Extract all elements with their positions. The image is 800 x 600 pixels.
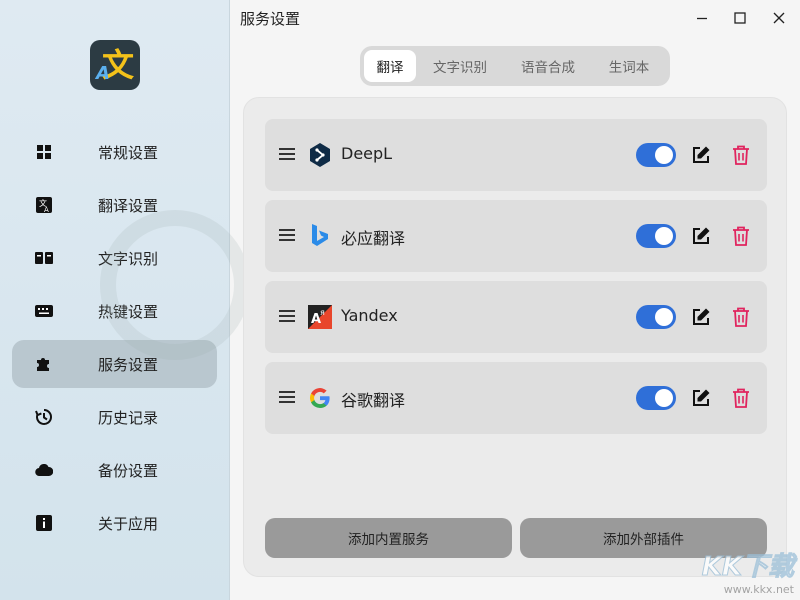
app-logo: 文 A	[90, 40, 140, 90]
history-icon	[34, 407, 54, 427]
service-name: Yandex	[341, 306, 398, 325]
sidebar-item-general[interactable]: 常规设置	[12, 128, 217, 176]
trash-icon	[733, 145, 749, 165]
edit-icon	[693, 389, 710, 406]
translate-icon: 文A	[34, 195, 54, 215]
sidebar-item-label: 常规设置	[98, 143, 159, 162]
sidebar-item-label: 翻译设置	[98, 196, 159, 215]
ocr-icon	[34, 248, 54, 268]
tab-tts[interactable]: 语音合成	[504, 50, 592, 82]
cloud-icon	[34, 460, 54, 480]
service-item-google: 谷歌翻译	[265, 362, 767, 434]
minimize-button[interactable]	[690, 6, 714, 30]
sidebar-item-hotkey[interactable]: 热键设置	[12, 287, 217, 335]
tab-vocabulary[interactable]: 生词本	[592, 50, 666, 82]
drag-handle-icon[interactable]	[279, 391, 295, 405]
bing-icon	[308, 224, 332, 248]
edit-button[interactable]	[689, 224, 713, 248]
keyboard-icon	[34, 301, 54, 321]
sidebar-item-label: 备份设置	[98, 461, 159, 480]
edit-icon	[693, 227, 710, 244]
drag-handle-icon[interactable]	[279, 310, 295, 324]
info-icon	[34, 513, 54, 533]
edit-button[interactable]	[689, 143, 713, 167]
service-toggle[interactable]	[636, 224, 676, 248]
service-toggle[interactable]	[636, 386, 676, 410]
close-icon	[773, 12, 785, 24]
service-item-bing: 必应翻译	[265, 200, 767, 272]
tab-ocr[interactable]: 文字识别	[416, 50, 504, 82]
drag-handle-icon[interactable]	[279, 148, 295, 162]
edit-button[interactable]	[689, 305, 713, 329]
service-name: 谷歌翻译	[341, 391, 406, 410]
trash-icon	[733, 307, 749, 327]
window-title: 服务设置	[240, 10, 301, 28]
services-panel: DeepL 必应翻译 Aя Yandex 谷歌翻译 添加内置服务 添加外部插件	[243, 97, 787, 577]
maximize-button[interactable]	[728, 6, 752, 30]
maximize-icon	[734, 12, 746, 24]
deepl-icon	[308, 143, 332, 167]
sidebar-item-backup[interactable]: 备份设置	[12, 446, 217, 494]
sidebar: 文 A 常规设置 文A 翻译设置 文字识别 热键设置 服务设置 历史记录 备份设…	[0, 0, 230, 600]
close-button[interactable]	[767, 6, 791, 30]
sidebar-item-history[interactable]: 历史记录	[12, 393, 217, 441]
service-toggle[interactable]	[636, 143, 676, 167]
sidebar-item-services[interactable]: 服务设置	[12, 340, 217, 388]
service-type-tabs: 翻译 文字识别 语音合成 生词本	[360, 46, 670, 86]
delete-button[interactable]	[729, 143, 753, 167]
sidebar-item-label: 关于应用	[98, 514, 159, 533]
delete-button[interactable]	[729, 305, 753, 329]
edit-button[interactable]	[689, 386, 713, 410]
drag-handle-icon[interactable]	[279, 229, 295, 243]
delete-button[interactable]	[729, 224, 753, 248]
puzzle-icon	[34, 354, 54, 374]
trash-icon	[733, 388, 749, 408]
trash-icon	[733, 226, 749, 246]
svg-text:A: A	[44, 206, 49, 213]
sidebar-item-about[interactable]: 关于应用	[12, 499, 217, 547]
add-builtin-service-button[interactable]: 添加内置服务	[265, 518, 512, 558]
service-item-yandex: Aя Yandex	[265, 281, 767, 353]
sidebar-item-label: 热键设置	[98, 302, 159, 321]
minimize-icon	[697, 17, 707, 20]
service-item-deepl: DeepL	[265, 119, 767, 191]
edit-icon	[693, 308, 710, 325]
sidebar-item-label: 文字识别	[98, 249, 159, 268]
delete-button[interactable]	[729, 386, 753, 410]
tab-translate[interactable]: 翻译	[364, 50, 416, 82]
google-icon	[308, 386, 332, 410]
yandex-icon: Aя	[308, 305, 332, 329]
sidebar-item-ocr[interactable]: 文字识别	[12, 234, 217, 282]
service-name: 必应翻译	[341, 229, 406, 248]
add-plugin-button[interactable]: 添加外部插件	[520, 518, 767, 558]
sidebar-item-label: 历史记录	[98, 408, 159, 427]
svg-text:я: я	[320, 308, 325, 317]
service-toggle[interactable]	[636, 305, 676, 329]
sidebar-item-translate[interactable]: 文A 翻译设置	[12, 181, 217, 229]
sidebar-item-label: 服务设置	[98, 355, 159, 374]
sidebar-nav: 常规设置 文A 翻译设置 文字识别 热键设置 服务设置 历史记录 备份设置 关于…	[12, 128, 217, 552]
title-bar: 服务设置	[230, 0, 800, 36]
grid-icon	[34, 142, 54, 162]
service-name: DeepL	[341, 144, 393, 163]
edit-icon	[693, 146, 710, 163]
